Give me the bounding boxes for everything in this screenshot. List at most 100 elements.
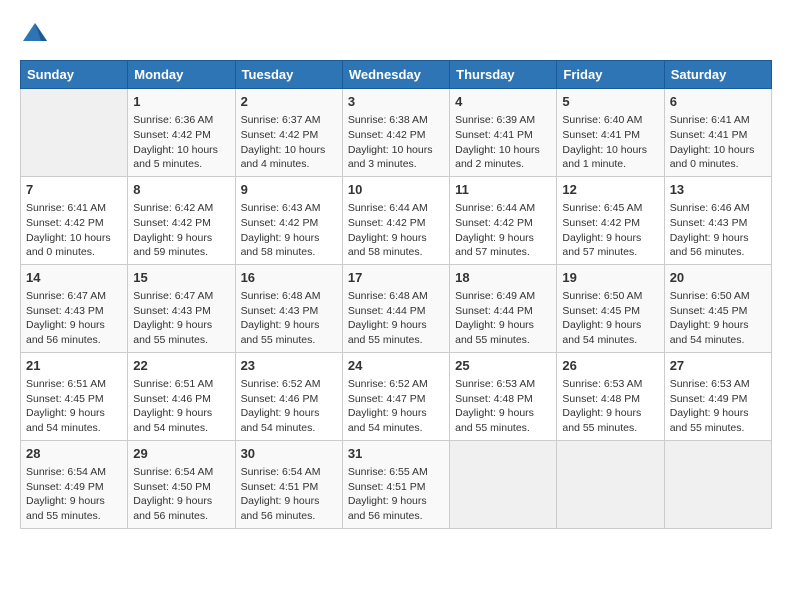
day-number: 28 xyxy=(26,445,122,463)
cell-content: Daylight: 9 hours xyxy=(348,318,444,333)
calendar-cell: 9Sunrise: 6:43 AMSunset: 4:42 PMDaylight… xyxy=(235,176,342,264)
calendar-cell: 25Sunrise: 6:53 AMSunset: 4:48 PMDayligh… xyxy=(450,352,557,440)
calendar-header-wednesday: Wednesday xyxy=(342,61,449,89)
cell-content: Daylight: 9 hours xyxy=(670,406,766,421)
day-number: 20 xyxy=(670,269,766,287)
calendar-week-1: 1Sunrise: 6:36 AMSunset: 4:42 PMDaylight… xyxy=(21,89,772,177)
calendar-cell xyxy=(450,440,557,528)
calendar-cell: 17Sunrise: 6:48 AMSunset: 4:44 PMDayligh… xyxy=(342,264,449,352)
cell-content: Sunset: 4:45 PM xyxy=(670,304,766,319)
cell-content: Daylight: 9 hours xyxy=(455,318,551,333)
cell-content: Daylight: 9 hours xyxy=(562,231,658,246)
calendar-cell: 15 Sunrise: 6:47 AMSunset: 4:43 PMDayligh… xyxy=(128,264,235,352)
cell-content: and 55 minutes. xyxy=(133,333,229,348)
calendar-cell: 7Sunrise: 6:41 AMSunset: 4:42 PMDaylight… xyxy=(21,176,128,264)
cell-content: and 54 minutes. xyxy=(348,421,444,436)
day-number: 19 xyxy=(562,269,658,287)
cell-content: Sunset: 4:49 PM xyxy=(26,480,122,495)
calendar-header-sunday: Sunday xyxy=(21,61,128,89)
cell-content: and 0 minutes. xyxy=(26,245,122,260)
cell-content: Sunset: 4:42 PM xyxy=(26,216,122,231)
cell-content: Sunrise: 6:55 AM xyxy=(348,465,444,480)
cell-content: Daylight: 9 hours xyxy=(26,406,122,421)
cell-content: Daylight: 9 hours xyxy=(562,406,658,421)
cell-content: and 54 minutes. xyxy=(26,421,122,436)
day-number: 5 xyxy=(562,93,658,111)
cell-content: and 56 minutes. xyxy=(241,509,337,524)
calendar-cell: 5Sunrise: 6:40 AMSunset: 4:41 PMDaylight… xyxy=(557,89,664,177)
cell-content: and 0 minutes. xyxy=(670,157,766,172)
cell-content: and 54 minutes. xyxy=(133,421,229,436)
cell-content: Sunrise: 6:36 AM xyxy=(133,113,229,128)
cell-content: Daylight: 9 hours xyxy=(241,231,337,246)
cell-content: and 57 minutes. xyxy=(455,245,551,260)
calendar-cell: 1Sunrise: 6:36 AMSunset: 4:42 PMDaylight… xyxy=(128,89,235,177)
cell-content: Daylight: 9 hours xyxy=(455,231,551,246)
calendar-header-monday: Monday xyxy=(128,61,235,89)
cell-content: Daylight: 9 hours xyxy=(241,494,337,509)
calendar-week-5: 28Sunrise: 6:54 AMSunset: 4:49 PMDayligh… xyxy=(21,440,772,528)
cell-content: and 54 minutes. xyxy=(670,333,766,348)
day-number: 9 xyxy=(241,181,337,199)
calendar-cell: 4Sunrise: 6:39 AMSunset: 4:41 PMDaylight… xyxy=(450,89,557,177)
calendar-cell: 13Sunrise: 6:46 AMSunset: 4:43 PMDayligh… xyxy=(664,176,771,264)
cell-content: Sunrise: 6:52 AM xyxy=(241,377,337,392)
logo-icon xyxy=(20,20,50,50)
cell-content: Daylight: 9 hours xyxy=(133,406,229,421)
day-number: 10 xyxy=(348,181,444,199)
day-number: 2 xyxy=(241,93,337,111)
cell-content: and 55 minutes. xyxy=(455,421,551,436)
cell-content: Sunset: 4:42 PM xyxy=(241,216,337,231)
cell-content: Sunset: 4:43 PM xyxy=(133,304,229,319)
cell-content: Sunset: 4:49 PM xyxy=(670,392,766,407)
cell-content: Sunset: 4:41 PM xyxy=(670,128,766,143)
cell-content: Sunrise: 6:44 AM xyxy=(348,201,444,216)
cell-content: Daylight: 9 hours xyxy=(670,231,766,246)
cell-content: and 55 minutes. xyxy=(241,333,337,348)
cell-content: Daylight: 9 hours xyxy=(26,318,122,333)
calendar-cell: 2Sunrise: 6:37 AMSunset: 4:42 PMDaylight… xyxy=(235,89,342,177)
cell-content: Daylight: 10 hours xyxy=(348,143,444,158)
calendar-header-friday: Friday xyxy=(557,61,664,89)
cell-content: Sunrise: 6:51 AM xyxy=(133,377,229,392)
cell-content: Sunrise: 6:50 AM xyxy=(670,289,766,304)
calendar-cell xyxy=(21,89,128,177)
cell-content: and 56 minutes. xyxy=(133,509,229,524)
day-number: 14 xyxy=(26,269,122,287)
calendar-header-row: SundayMondayTuesdayWednesdayThursdayFrid… xyxy=(21,61,772,89)
cell-content: Daylight: 9 hours xyxy=(348,494,444,509)
calendar-cell: 8Sunrise: 6:42 AMSunset: 4:42 PMDaylight… xyxy=(128,176,235,264)
day-number: 22 xyxy=(133,357,229,375)
cell-content: Sunrise: 6:47 AM xyxy=(133,289,229,304)
cell-content: and 57 minutes. xyxy=(562,245,658,260)
cell-content: Sunset: 4:45 PM xyxy=(26,392,122,407)
cell-content: Sunset: 4:43 PM xyxy=(241,304,337,319)
calendar-cell: 29Sunrise: 6:54 AMSunset: 4:50 PMDayligh… xyxy=(128,440,235,528)
calendar-cell: 19Sunrise: 6:50 AMSunset: 4:45 PMDayligh… xyxy=(557,264,664,352)
cell-content: Sunset: 4:43 PM xyxy=(26,304,122,319)
calendar-header-tuesday: Tuesday xyxy=(235,61,342,89)
logo xyxy=(20,20,54,50)
cell-content: Sunrise: 6:45 AM xyxy=(562,201,658,216)
calendar-cell: 11Sunrise: 6:44 AMSunset: 4:42 PMDayligh… xyxy=(450,176,557,264)
cell-content: and 4 minutes. xyxy=(241,157,337,172)
cell-content: Daylight: 9 hours xyxy=(133,318,229,333)
cell-content: Sunset: 4:44 PM xyxy=(455,304,551,319)
cell-content: Sunrise: 6:37 AM xyxy=(241,113,337,128)
cell-content: Sunset: 4:42 PM xyxy=(562,216,658,231)
day-number: 6 xyxy=(670,93,766,111)
cell-content: and 59 minutes. xyxy=(133,245,229,260)
cell-content: Sunset: 4:42 PM xyxy=(348,128,444,143)
day-number: 18 xyxy=(455,269,551,287)
day-number: 15 xyxy=(133,269,229,287)
cell-content: and 55 minutes. xyxy=(26,509,122,524)
cell-content: Sunrise: 6:53 AM xyxy=(562,377,658,392)
day-number: 25 xyxy=(455,357,551,375)
cell-content: and 55 minutes. xyxy=(455,333,551,348)
cell-content: and 55 minutes. xyxy=(670,421,766,436)
calendar-table: SundayMondayTuesdayWednesdayThursdayFrid… xyxy=(20,60,772,529)
cell-content: Daylight: 9 hours xyxy=(241,406,337,421)
day-number: 13 xyxy=(670,181,766,199)
cell-content: Sunset: 4:42 PM xyxy=(241,128,337,143)
cell-content: and 55 minutes. xyxy=(348,333,444,348)
